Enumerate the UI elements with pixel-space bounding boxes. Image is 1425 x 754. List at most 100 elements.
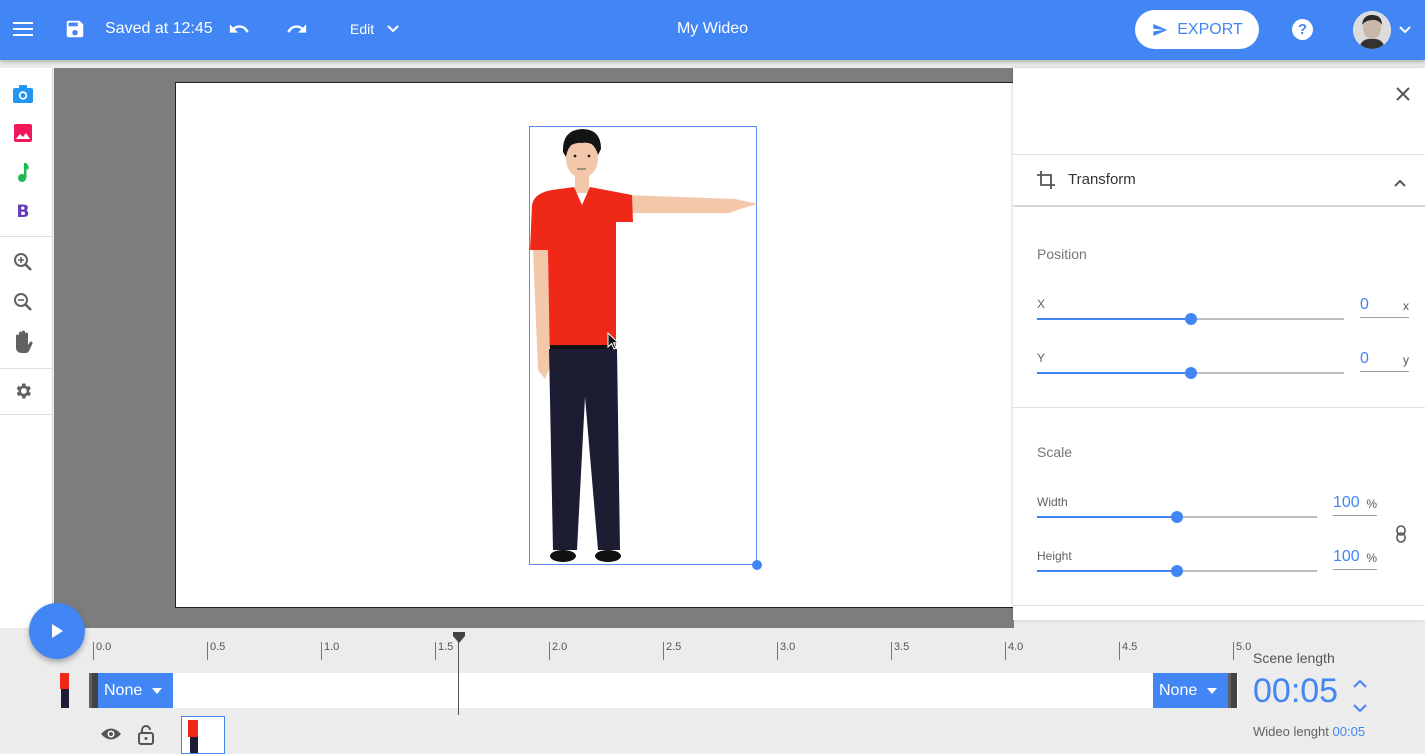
x-label: X: [1037, 297, 1046, 311]
send-icon: [1153, 23, 1168, 36]
transform-section-header[interactable]: Transform: [1013, 154, 1425, 207]
position-label: Position: [1037, 246, 1087, 262]
resize-handle[interactable]: [752, 560, 762, 570]
track-end-handle[interactable]: [1228, 673, 1237, 708]
slider-thumb[interactable]: [1171, 511, 1183, 523]
edit-menu[interactable]: Edit: [350, 21, 400, 37]
scene-length-label: Scene length: [1253, 650, 1335, 666]
toolbar-divider: [0, 414, 53, 415]
playhead-handle[interactable]: [451, 631, 467, 649]
chevron-up-icon: [1393, 175, 1407, 193]
eye-icon[interactable]: [100, 727, 122, 746]
ruler-tick-label: 2.5: [666, 641, 682, 653]
x-input[interactable]: 0 x: [1360, 296, 1409, 318]
saved-status: Saved at 12:45: [105, 20, 213, 37]
hamburger-menu-icon[interactable]: [10, 18, 36, 42]
zoom-out-icon[interactable]: [11, 290, 35, 314]
wideo-length-value: 00:05: [1332, 724, 1366, 739]
edit-menu-label: Edit: [350, 21, 375, 37]
play-button[interactable]: [29, 603, 85, 659]
text-bold-icon[interactable]: B: [11, 200, 35, 224]
ruler-tick: [207, 642, 208, 660]
close-icon[interactable]: [1395, 86, 1411, 107]
scale-label: Scale: [1037, 444, 1073, 460]
ruler-tick-label: 0.0: [96, 641, 112, 653]
zoom-in-icon[interactable]: [11, 250, 35, 274]
left-toolbar: B: [0, 68, 53, 628]
selected-character[interactable]: [529, 126, 762, 570]
mouse-cursor-icon: [607, 331, 620, 355]
ruler-tick-label: 3.0: [780, 641, 796, 653]
scene-length-stepper[interactable]: [1350, 677, 1370, 722]
scene-stage[interactable]: [175, 82, 1015, 608]
ruler-tick-label: 4.5: [1122, 641, 1138, 653]
y-slider[interactable]: [1037, 366, 1344, 380]
y-label: Y: [1037, 351, 1046, 365]
width-input[interactable]: 100 %: [1333, 494, 1377, 516]
save-icon[interactable]: [64, 18, 86, 45]
timeline: 0.0 0.5 1.0 1.5 2.0 2.5 3.0 3.5 4.0 4.5 5.0 None N…: [0, 628, 1425, 754]
ruler-tick: [663, 642, 664, 660]
width-label: Width: [1037, 495, 1068, 509]
ruler-tick: [321, 642, 322, 660]
export-button[interactable]: EXPORT: [1135, 10, 1259, 49]
wideo-length: Wideo lenght 00:05: [1253, 724, 1365, 739]
account-chevron-down-icon[interactable]: [1398, 22, 1412, 40]
width-slider[interactable]: [1037, 510, 1317, 524]
slider-thumb[interactable]: [1171, 565, 1183, 577]
ruler-tick: [549, 642, 550, 660]
caret-down-icon: [152, 687, 163, 694]
avatar[interactable]: [1353, 11, 1391, 49]
redo-icon[interactable]: [284, 18, 310, 45]
layer-track[interactable]: [90, 673, 1238, 708]
ruler-tick-label: 1.0: [324, 641, 340, 653]
enter-animation-dropdown[interactable]: None: [98, 673, 173, 708]
gear-icon[interactable]: [11, 379, 35, 403]
height-input[interactable]: 100 %: [1333, 548, 1377, 570]
link-aspect-icon[interactable]: [1395, 525, 1407, 548]
help-icon[interactable]: ?: [1292, 19, 1313, 40]
track-start-handle[interactable]: [89, 673, 98, 708]
character-figure: [530, 129, 758, 562]
scene-clip-thumbnail[interactable]: [181, 716, 225, 754]
ruler-tick-label: 3.5: [894, 641, 910, 653]
text-tool-label: B: [16, 202, 30, 222]
export-label: EXPORT: [1177, 20, 1243, 38]
properties-panel: Transform Position X 0 x Y 0 y Scale Wid…: [1013, 68, 1425, 620]
ruler-tick: [1005, 642, 1006, 660]
x-slider[interactable]: [1037, 312, 1344, 326]
exit-animation-dropdown[interactable]: None: [1153, 673, 1228, 708]
slider-thumb[interactable]: [1184, 367, 1197, 379]
chevron-down-icon: [387, 25, 399, 33]
ruler-tick-label: 2.0: [552, 641, 568, 653]
width-unit: %: [1366, 497, 1377, 511]
slider-thumb[interactable]: [1184, 313, 1197, 325]
camera-icon[interactable]: [11, 82, 35, 106]
height-label: Height: [1037, 549, 1072, 563]
exit-animation-value: None: [1159, 681, 1198, 699]
y-unit: y: [1403, 353, 1409, 367]
lock-icon[interactable]: [138, 725, 154, 750]
caret-down-icon: [1207, 687, 1218, 694]
music-note-icon[interactable]: [11, 161, 35, 185]
ruler-tick: [435, 642, 436, 660]
layer-thumbnail: [58, 673, 72, 713]
ruler-tick-label: 0.5: [210, 641, 226, 653]
height-slider[interactable]: [1037, 564, 1317, 578]
wideo-length-label: Wideo lenght: [1253, 724, 1329, 739]
chevron-down-icon: [1353, 704, 1367, 713]
toolbar-divider: [0, 368, 53, 369]
ruler-tick: [777, 642, 778, 660]
undo-icon[interactable]: [226, 18, 252, 45]
width-value: 100: [1333, 494, 1360, 511]
panel-divider: [1013, 605, 1425, 606]
toolbar-divider: [0, 236, 53, 237]
ruler-tick: [1119, 642, 1120, 660]
scene-length-value[interactable]: 00:05: [1253, 672, 1338, 711]
canvas-workspace: [54, 68, 1015, 628]
hand-pan-icon[interactable]: [11, 330, 35, 354]
y-input[interactable]: 0 y: [1360, 350, 1409, 372]
image-icon[interactable]: [11, 121, 35, 145]
ruler-tick-label: 4.0: [1008, 641, 1024, 653]
ruler-tick-label: 5.0: [1236, 641, 1252, 653]
